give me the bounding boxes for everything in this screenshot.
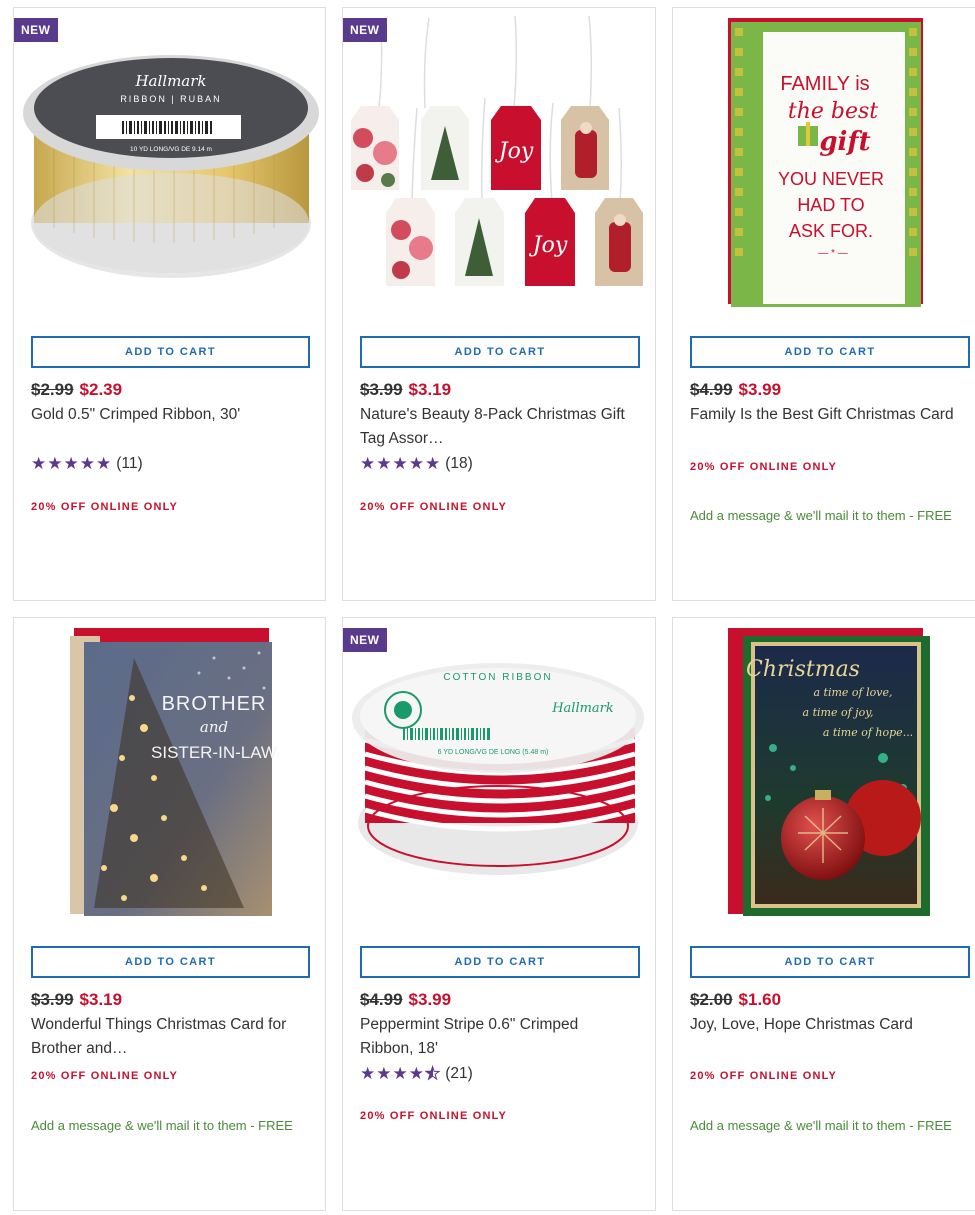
santa-tag-icon [595, 198, 643, 286]
svg-text:a time of joy,: a time of joy, [803, 706, 874, 719]
tree-tag-icon [455, 198, 504, 286]
five-stars-icon: ★★★★★ [360, 454, 442, 473]
product-name-link[interactable]: Family Is the Best Gift Christmas Card [690, 403, 975, 427]
svg-text:10 YD LONG/VG DE 9.14 m: 10 YD LONG/VG DE 9.14 m [130, 146, 212, 153]
promo-text: 20% OFF ONLINE ONLY [31, 501, 179, 513]
svg-text:a time of love,: a time of love, [814, 686, 893, 699]
original-price: $4.99 [360, 990, 403, 1009]
product-name-link[interactable]: Peppermint Stripe 0.6" Crimped Ribbon, 1… [360, 1013, 620, 1061]
original-price: $2.99 [31, 380, 74, 399]
product-card: FAMILY is the best gift YOU NEVER HAD TO… [672, 7, 975, 601]
star-rating[interactable]: ★★★★★ (21) [360, 1064, 473, 1084]
svg-text:FAMILY is: FAMILY is [780, 73, 869, 95]
product-name-link[interactable]: Nature's Beauty 8-Pack Christmas Gift Ta… [360, 403, 645, 451]
price: $4.99 $3.99 [360, 990, 451, 1010]
svg-text:gift: gift [819, 127, 870, 157]
review-count: (11) [116, 455, 143, 472]
product-image[interactable]: Christmas a time of love, a time of joy,… [673, 618, 975, 923]
svg-text:and: and [200, 718, 228, 736]
new-badge: NEW [343, 628, 387, 652]
svg-text:Hallmark: Hallmark [134, 72, 206, 90]
price: $4.99 $3.99 [690, 380, 781, 400]
product-image[interactable]: BROTHER and SISTER-IN-LAW [14, 618, 325, 923]
svg-text:HAD TO: HAD TO [797, 195, 864, 215]
original-price: $4.99 [690, 380, 733, 399]
joy-tag-icon: Joy [525, 198, 575, 286]
promo-text: 20% OFF ONLINE ONLY [31, 1070, 179, 1082]
mail-card-note: Add a message & we'll mail it to them - … [690, 508, 952, 523]
product-card: BROTHER and SISTER-IN-LAW ADD TO CART $3… [13, 617, 326, 1211]
product-card: Christmas a time of love, a time of joy,… [672, 617, 975, 1211]
svg-text:RIBBON | RUBAN: RIBBON | RUBAN [120, 94, 221, 104]
promo-text: 20% OFF ONLINE ONLY [690, 461, 838, 473]
promo-text: 20% OFF ONLINE ONLY [690, 1070, 838, 1082]
four-and-half-stars-icon: ★★★★★ [360, 1064, 442, 1084]
product-card: NEW Hallmark RIBBON | RUBAN 10 YD LONG/V… [13, 7, 326, 601]
product-card: NEW Joy Joy ADD TO CART $3.99 $3.19 Natu… [342, 7, 656, 601]
promo-text: 20% OFF ONLINE ONLY [360, 1110, 508, 1122]
promo-text: 20% OFF ONLINE ONLY [360, 501, 508, 513]
svg-text:BROTHER: BROTHER [162, 693, 267, 715]
svg-text:Hallmark: Hallmark [551, 701, 614, 716]
svg-text:Joy: Joy [529, 233, 568, 258]
review-count: (21) [445, 1065, 473, 1082]
price: $3.99 $3.19 [360, 380, 451, 400]
product-name-link[interactable]: Joy, Love, Hope Christmas Card [690, 1013, 975, 1037]
svg-text:ASK FOR.: ASK FOR. [789, 221, 873, 241]
mail-card-note: Add a message & we'll mail it to them - … [31, 1118, 293, 1133]
star-rating[interactable]: ★★★★★ (11) [31, 454, 143, 474]
svg-text:Christmas: Christmas [746, 657, 860, 682]
product-image[interactable]: Joy Joy [343, 8, 655, 313]
svg-text:— * —: — * — [818, 248, 847, 259]
sale-price: $2.39 [79, 380, 123, 399]
add-to-cart-button[interactable]: ADD TO CART [690, 336, 970, 368]
add-to-cart-button[interactable]: ADD TO CART [31, 946, 310, 978]
svg-text:COTTON RIBBON: COTTON RIBBON [443, 672, 552, 683]
price: $2.00 $1.60 [690, 990, 781, 1010]
product-name-link[interactable]: Wonderful Things Christmas Card for Brot… [31, 1013, 311, 1061]
add-to-cart-button[interactable]: ADD TO CART [31, 336, 310, 368]
svg-text:a time of hope...: a time of hope... [823, 726, 913, 739]
add-to-cart-button[interactable]: ADD TO CART [690, 946, 970, 978]
tree-tag-icon [421, 106, 469, 190]
product-image[interactable]: COTTON RIBBON Hallmark 6 YD LONG/VG DE L… [343, 618, 655, 923]
sale-price: $1.60 [738, 990, 782, 1009]
svg-text:the best: the best [788, 99, 878, 124]
original-price: $3.99 [31, 990, 74, 1009]
svg-text:SISTER-IN-LAW: SISTER-IN-LAW [151, 743, 277, 762]
new-badge: NEW [14, 18, 58, 42]
product-image[interactable]: FAMILY is the best gift YOU NEVER HAD TO… [673, 8, 975, 313]
sale-price: $3.99 [408, 990, 452, 1009]
sale-price: $3.19 [408, 380, 452, 399]
svg-text:6 YD LONG/VG DE LONG (5.48 m): 6 YD LONG/VG DE LONG (5.48 m) [438, 749, 549, 756]
product-name-link[interactable]: Gold 0.5" Crimped Ribbon, 30' [31, 403, 311, 427]
price: $3.99 $3.19 [31, 990, 122, 1010]
poinsettia-tag-icon [386, 198, 435, 286]
review-count: (18) [445, 455, 473, 472]
original-price: $3.99 [360, 380, 403, 399]
santa-tag-icon [561, 106, 609, 190]
joy-tag-icon: Joy [491, 106, 541, 190]
svg-text:YOU NEVER: YOU NEVER [778, 169, 884, 189]
poinsettia-tag-icon [351, 106, 399, 190]
sale-price: $3.19 [79, 990, 123, 1009]
add-to-cart-button[interactable]: ADD TO CART [360, 336, 640, 368]
original-price: $2.00 [690, 990, 733, 1009]
add-to-cart-button[interactable]: ADD TO CART [360, 946, 640, 978]
sale-price: $3.99 [738, 380, 782, 399]
five-stars-icon: ★★★★★ [31, 454, 113, 473]
product-image[interactable]: Hallmark RIBBON | RUBAN 10 YD LONG/VG DE… [14, 8, 325, 313]
svg-text:Joy: Joy [495, 139, 534, 164]
price: $2.99 $2.39 [31, 380, 122, 400]
product-card: NEW COTTON RIBBON Hallmark 6 YD LONG/VG … [342, 617, 656, 1211]
star-rating[interactable]: ★★★★★ (18) [360, 454, 473, 474]
mail-card-note: Add a message & we'll mail it to them - … [690, 1118, 952, 1133]
new-badge: NEW [343, 18, 387, 42]
